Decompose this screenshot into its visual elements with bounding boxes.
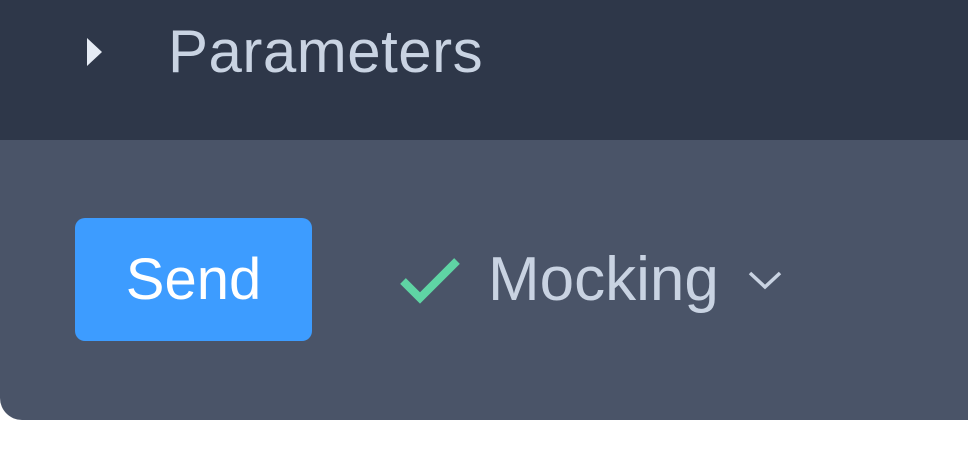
parameters-section-header[interactable]: Parameters <box>0 0 968 140</box>
parameters-title: Parameters <box>168 18 484 85</box>
mocking-dropdown[interactable]: Mocking <box>398 232 783 328</box>
caret-right-icon[interactable] <box>82 34 106 70</box>
request-panel: Parameters Send Mocking <box>0 0 968 420</box>
check-icon <box>398 255 462 305</box>
chevron-down-icon[interactable] <box>747 268 783 292</box>
request-toolbar: Send Mocking <box>0 140 968 420</box>
send-button[interactable]: Send <box>75 218 312 341</box>
mocking-label: Mocking <box>488 245 719 314</box>
